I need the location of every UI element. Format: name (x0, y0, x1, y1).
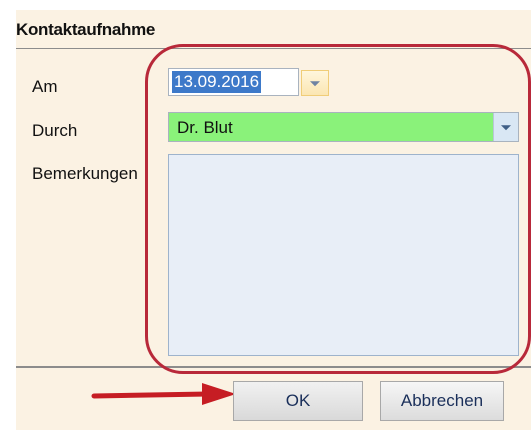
bemerkungen-label: Bemerkungen (32, 164, 138, 183)
arrow-annotation (91, 383, 236, 405)
highlight-annotation (145, 44, 531, 374)
am-label: Am (32, 77, 58, 96)
durch-label: Durch (32, 121, 78, 140)
group-title: Kontaktaufnahme (16, 20, 156, 39)
cancel-button[interactable]: Abbrechen (380, 381, 504, 421)
ok-button[interactable]: OK (233, 381, 363, 421)
